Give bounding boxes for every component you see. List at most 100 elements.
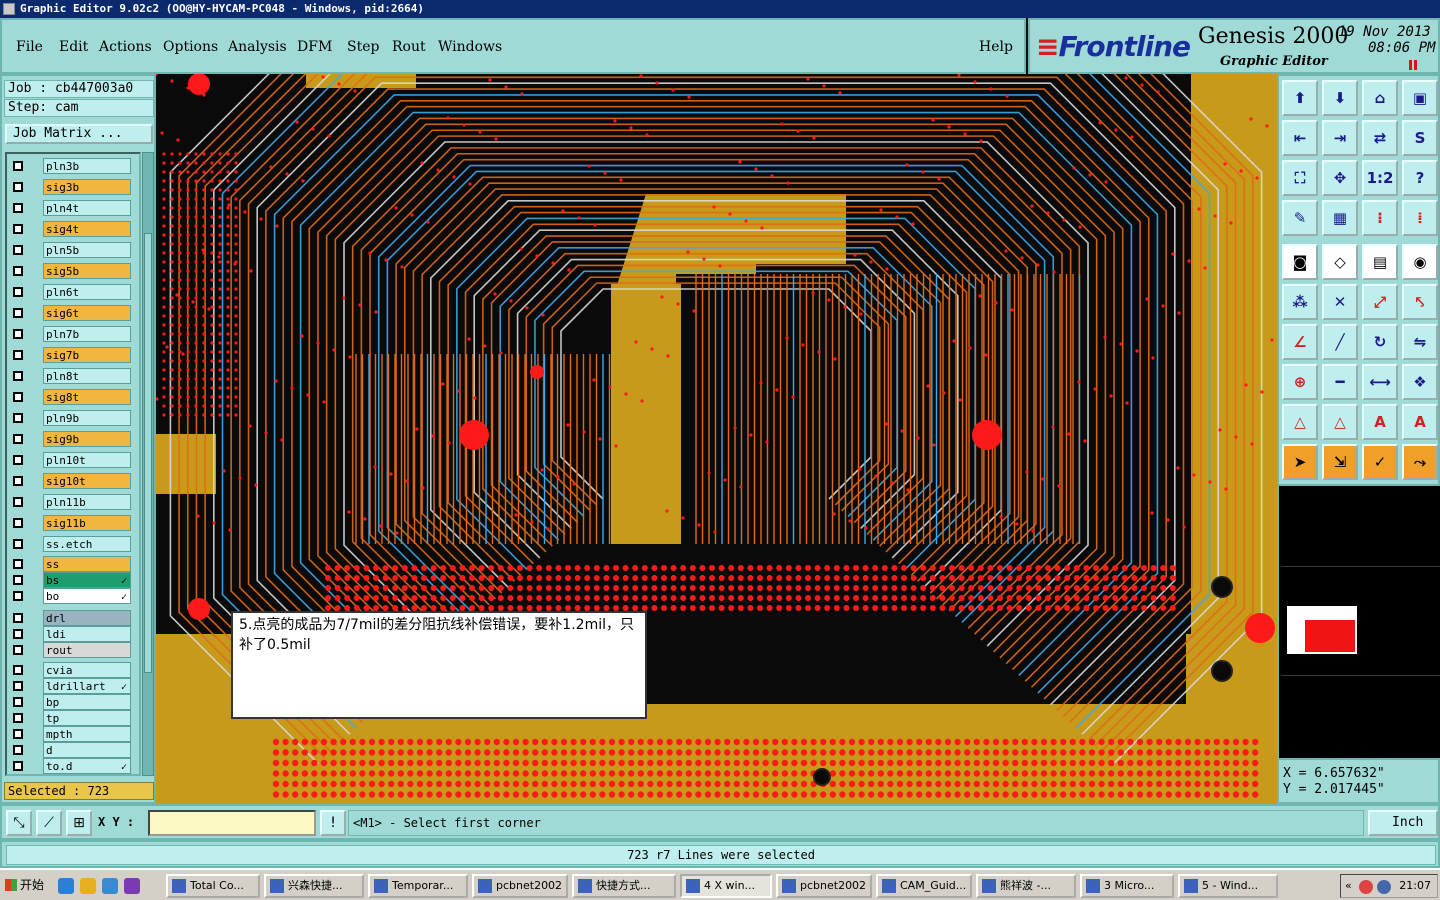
layer-name[interactable]: mpth [43, 726, 131, 742]
ie-icon[interactable] [58, 878, 74, 894]
edit-shape-icon[interactable]: ◇ [1322, 244, 1358, 280]
layer-name[interactable]: pln8t [43, 368, 131, 384]
window-icon[interactable]: ▣ [1402, 80, 1438, 116]
layer-row-mpth[interactable]: mpth [9, 726, 131, 742]
layer-row-drl[interactable]: drl [9, 610, 131, 626]
flip-icon[interactable]: ⇋ [1402, 324, 1438, 360]
taskbar-task[interactable]: pcbnet2002 [472, 874, 568, 898]
layer-row-to-d[interactable]: to.d ✓ [9, 758, 131, 774]
scale-1-2-icon[interactable]: 1:2 [1362, 160, 1398, 196]
layer-row-ss-etch[interactable]: ss.etch [9, 536, 131, 552]
layer-name[interactable]: sig7b [43, 347, 131, 363]
layer-name[interactable]: ldrillart ✓ [43, 678, 131, 694]
layer-row-ldi[interactable]: ldi [9, 626, 131, 642]
layer-row-tp[interactable]: tp [9, 710, 131, 726]
snap-icon[interactable]: ✎ [1282, 200, 1318, 236]
warning-button[interactable]: ! [320, 810, 346, 836]
taskbar-task[interactable]: 3 Micro... [1080, 874, 1174, 898]
layer-checkbox[interactable] [13, 308, 23, 318]
group-icon[interactable]: ❖ [1402, 364, 1438, 400]
layer-name[interactable]: sig4t [43, 221, 131, 237]
menu-actions[interactable]: Actions [99, 39, 152, 55]
help-icon[interactable]: ? [1402, 160, 1438, 196]
layer-checkbox[interactable] [13, 413, 23, 423]
nodes-icon[interactable]: ⁂ [1282, 284, 1318, 320]
layer-checkbox[interactable] [13, 591, 23, 601]
layer-name[interactable]: sig3b [43, 179, 131, 195]
layer-name[interactable]: bo ✓ [43, 588, 131, 604]
layer-row-pln3b[interactable]: pln3b [9, 158, 131, 174]
layer-name[interactable]: sig9b [43, 431, 131, 447]
menu-edit[interactable]: Edit [59, 39, 88, 55]
pause-icon[interactable] [1409, 60, 1417, 70]
layer-name[interactable]: ldi [43, 626, 131, 642]
x-icon[interactable] [124, 878, 140, 894]
layer-checkbox[interactable] [13, 224, 23, 234]
triangle-up-icon[interactable]: △ [1322, 404, 1358, 440]
arc-icon[interactable]: ↻ [1362, 324, 1398, 360]
angle-icon[interactable]: ∠ [1282, 324, 1318, 360]
layer-name[interactable]: sig5b [43, 263, 131, 279]
zoom-diagonal-icon[interactable]: ⟋ [36, 810, 62, 836]
triangle-a-icon[interactable]: A [1362, 404, 1398, 440]
layer-checkbox[interactable] [13, 613, 23, 623]
zoom-center-icon[interactable]: ✥ [1322, 160, 1358, 196]
layer-name[interactable]: sig10t [43, 473, 131, 489]
layer-row-bo[interactable]: bo ✓ [9, 588, 131, 604]
layer-row-sig5b[interactable]: sig5b [9, 263, 131, 279]
layer-row-sig8t[interactable]: sig8t [9, 389, 131, 405]
layer-name[interactable]: d [43, 742, 131, 758]
layer-name[interactable]: rout [43, 642, 131, 658]
ruler-icon[interactable]: ▤ [1362, 244, 1398, 280]
swap-icon[interactable]: ⇄ [1362, 120, 1398, 156]
taskbar-task[interactable]: Temporar... [368, 874, 468, 898]
menu-rout[interactable]: Rout [392, 39, 426, 55]
layer-checkbox[interactable] [13, 203, 23, 213]
layer-checkbox[interactable] [13, 245, 23, 255]
layer-name[interactable]: bp [43, 694, 131, 710]
open-job-icon[interactable]: ⬆ [1282, 80, 1318, 116]
layer-checkbox[interactable] [13, 434, 23, 444]
taskbar-task[interactable]: 兴森快捷... [264, 874, 364, 898]
line-icon[interactable]: ━ [1322, 364, 1358, 400]
layer-name[interactable]: to.d ✓ [43, 758, 131, 774]
layer-row-bs[interactable]: bs ✓ [9, 572, 131, 588]
layer-row-sig6t[interactable]: sig6t [9, 305, 131, 321]
taskbar-task[interactable]: pcbnet2002 [776, 874, 872, 898]
layer-name[interactable]: ss [43, 556, 131, 572]
triangle-icon[interactable]: △ [1282, 404, 1318, 440]
layer-row-sig11b[interactable]: sig11b [9, 515, 131, 531]
layer-name[interactable]: drl [43, 610, 131, 626]
layer-row-pln8t[interactable]: pln8t [9, 368, 131, 384]
layer-name[interactable]: pln6t [43, 284, 131, 300]
save-icon[interactable]: ⬇ [1322, 80, 1358, 116]
menu-options[interactable]: Options [163, 39, 218, 55]
pointer-icon[interactable]: ➤ [1282, 444, 1318, 480]
measure-pads-icon[interactable]: ⁝ [1362, 200, 1398, 236]
grid-icon[interactable]: ▦ [1322, 200, 1358, 236]
scrollbar-thumb[interactable] [144, 233, 152, 673]
clock-icon[interactable] [80, 878, 96, 894]
layer-row-pln7b[interactable]: pln7b [9, 326, 131, 342]
slash-icon[interactable]: ╱ [1322, 324, 1358, 360]
layer-name[interactable]: pln9b [43, 410, 131, 426]
pointer-frame-icon[interactable]: ⇲ [1322, 444, 1358, 480]
units-selector[interactable]: Inch [1368, 810, 1438, 836]
layer-scrollbar[interactable] [142, 152, 154, 776]
layer-checkbox[interactable] [13, 645, 23, 655]
layer-checkbox[interactable] [13, 681, 23, 691]
prev-step-icon[interactable]: ⇤ [1282, 120, 1318, 156]
layer-checkbox[interactable] [13, 665, 23, 675]
layer-name[interactable]: pln10t [43, 452, 131, 468]
layer-checkbox[interactable] [13, 539, 23, 549]
connect-alt-icon[interactable]: ⤣ [1402, 284, 1438, 320]
taskbar-task[interactable]: 快捷方式... [572, 874, 676, 898]
circle-icon[interactable]: ◉ [1402, 244, 1438, 280]
layer-checkbox[interactable] [13, 697, 23, 707]
layer-row-sig10t[interactable]: sig10t [9, 473, 131, 489]
layer-row-pln4t[interactable]: pln4t [9, 200, 131, 216]
layer-checkbox[interactable] [13, 455, 23, 465]
layer-row-pln6t[interactable]: pln6t [9, 284, 131, 300]
route-icon[interactable]: ⤳ [1402, 444, 1438, 480]
menu-step[interactable]: Step [347, 39, 379, 55]
